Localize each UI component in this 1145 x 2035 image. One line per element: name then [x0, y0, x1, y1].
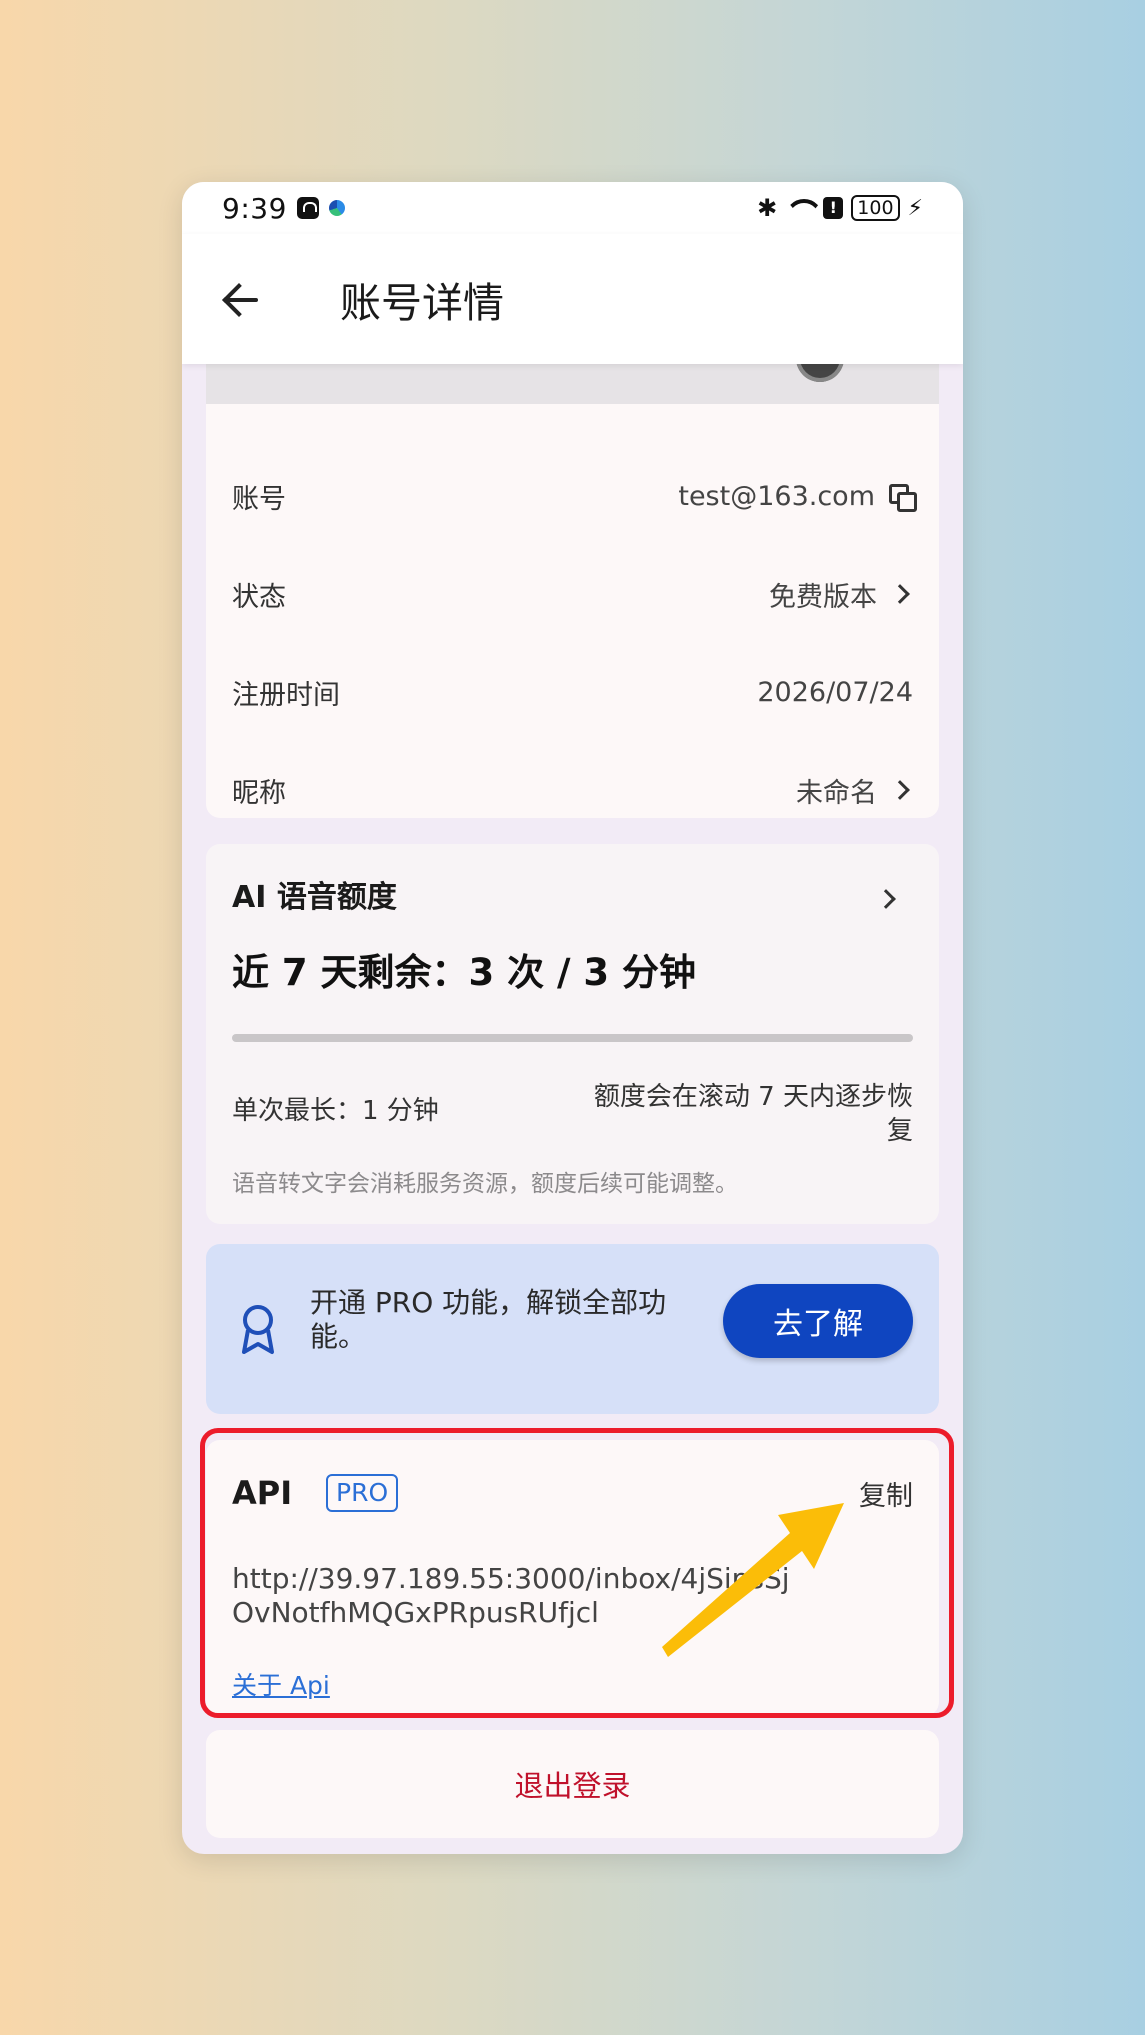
- quota-remaining: 近 7 天剩余：3 次 / 3 分钟: [232, 951, 697, 994]
- wifi-icon: [785, 197, 815, 219]
- quota-progress-bar: [232, 1034, 913, 1042]
- account-email: test@163.com: [678, 480, 875, 512]
- status-bar: 9:39 ✱ ! 100 ⚡: [182, 182, 963, 234]
- bluetooth-icon: ✱: [757, 194, 778, 222]
- arrow-left-icon[interactable]: [222, 279, 262, 319]
- logout-button[interactable]: 退出登录: [206, 1730, 939, 1838]
- status-row[interactable]: 状态 免费版本: [232, 564, 913, 624]
- account-info-card: 账号 test@163.com 状态 免费版本 注册时间 2026/07/24 …: [206, 404, 939, 818]
- copy-icon[interactable]: [889, 484, 917, 512]
- learn-more-button[interactable]: 去了解: [723, 1284, 913, 1358]
- nickname-value: 未命名: [796, 771, 913, 810]
- quota-note: 语音转文字会消耗服务资源，额度后续可能调整。: [232, 1171, 738, 1197]
- app-notification-icon: [328, 200, 345, 216]
- quota-recover-note: 额度会在滚动 7 天内逐步恢复: [593, 1082, 913, 1146]
- chevron-right-icon: [890, 584, 910, 604]
- app-bar: 账号详情: [182, 234, 963, 364]
- battery-indicator: 100: [851, 195, 900, 221]
- profile-card-partial: [206, 334, 939, 406]
- nickname-label: 昵称: [232, 777, 286, 809]
- quota-max-single: 单次最长：1 分钟: [232, 1096, 439, 1126]
- nickname-row[interactable]: 昵称 未命名: [232, 760, 913, 820]
- status-time: 9:39: [222, 191, 287, 225]
- charging-icon: ⚡: [907, 195, 923, 221]
- status-icons: ✱ ! 100 ⚡: [757, 194, 923, 222]
- status-value: 免费版本: [769, 575, 913, 614]
- quota-title: AI 语音额度: [232, 880, 397, 915]
- account-value: test@163.com: [678, 480, 917, 512]
- status-label: 状态: [232, 581, 286, 613]
- award-ribbon-icon: [242, 1305, 274, 1354]
- logout-label: 退出登录: [514, 1769, 631, 1803]
- register-time-value: 2026/07/24: [757, 676, 913, 708]
- nickname-text: 未命名: [796, 777, 877, 809]
- chevron-right-icon: [876, 889, 896, 909]
- register-time-row: 注册时间 2026/07/24: [232, 662, 913, 722]
- notification-icon: [296, 197, 319, 219]
- annotation-arrow-icon: [662, 1503, 844, 1657]
- register-time-label: 注册时间: [232, 679, 340, 711]
- ai-voice-quota-card[interactable]: AI 语音额度 近 7 天剩余：3 次 / 3 分钟 单次最长：1 分钟 额度会…: [206, 844, 939, 1224]
- pro-promo-text: 开通 PRO 功能，解锁全部功能。: [310, 1286, 667, 1353]
- alert-icon: !: [823, 197, 844, 219]
- account-label: 账号: [232, 483, 286, 515]
- chevron-right-icon: [890, 780, 910, 800]
- pro-promo-card: 开通 PRO 功能，解锁全部功能。 去了解: [206, 1244, 939, 1414]
- plan-name: 免费版本: [769, 581, 877, 613]
- page-title: 账号详情: [340, 279, 504, 327]
- account-row: 账号 test@163.com: [232, 466, 917, 526]
